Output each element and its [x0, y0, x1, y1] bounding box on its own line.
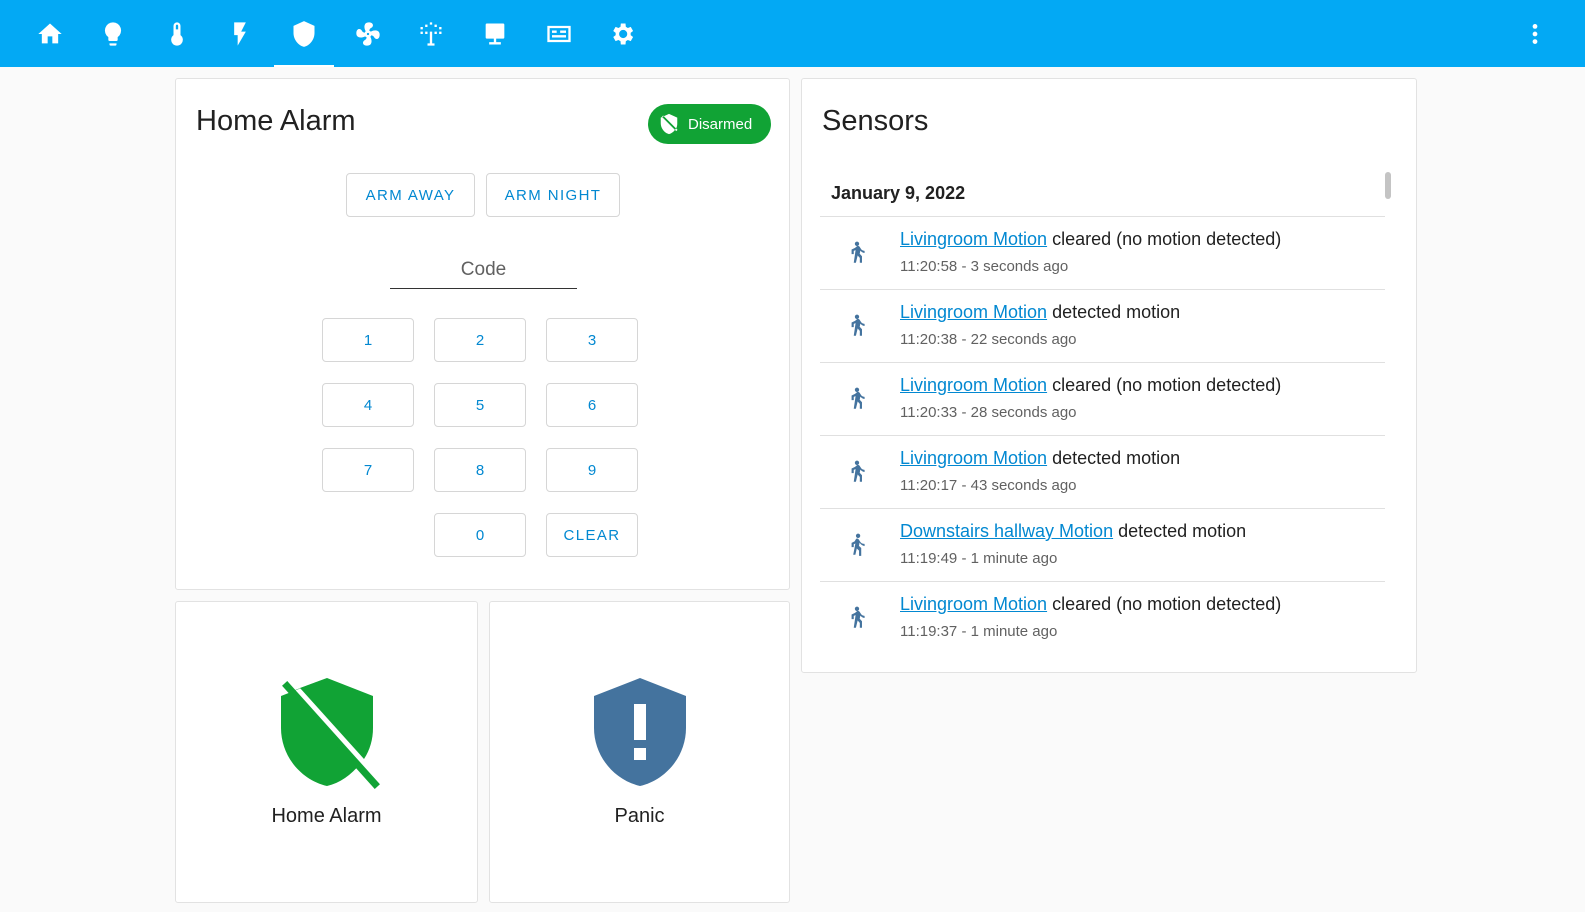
run-icon — [844, 531, 870, 559]
sensors-title: Sensors — [822, 105, 929, 137]
keypad-clear-button[interactable]: CLEAR — [546, 513, 638, 557]
shield-alert-icon — [593, 678, 686, 786]
flash-icon — [234, 21, 246, 46]
log-entity-link[interactable]: Livingroom Motion — [900, 594, 1047, 614]
log-entry: Livingroom Motion detected motion 11:20:… — [820, 290, 1385, 363]
log-message: cleared (no motion detected) — [1052, 375, 1282, 395]
log-timestamp: 11:19:37 - 1 minute ago — [900, 623, 1058, 640]
tab-security[interactable] — [274, 0, 334, 67]
walk-icon — [844, 312, 870, 340]
lightbulb-icon — [104, 21, 122, 46]
keypad-5-button[interactable]: 5 — [434, 383, 526, 427]
log-entity-link[interactable]: Downstairs hallway Motion — [900, 521, 1113, 541]
tab-energy[interactable] — [210, 0, 270, 67]
code-field[interactable] — [390, 251, 577, 289]
tab-climate[interactable] — [147, 0, 207, 67]
sensors-logbook-card: Sensors January 9, 2022 Livingroom Motio… — [801, 78, 1417, 673]
keypad-4-button[interactable]: 4 — [322, 383, 414, 427]
alarm-state-badge[interactable]: Disarmed — [648, 104, 771, 144]
log-entity-link[interactable]: Livingroom Motion — [900, 375, 1047, 395]
walk-icon — [844, 239, 870, 267]
keypad-2-button[interactable]: 2 — [434, 318, 526, 362]
home-alarm-tile[interactable]: Home Alarm — [175, 601, 478, 903]
shield-off-icon — [280, 678, 380, 789]
walk-icon — [844, 458, 870, 486]
log-timestamp: 11:20:38 - 22 seconds ago — [900, 331, 1077, 348]
log-entity-link[interactable]: Livingroom Motion — [900, 302, 1047, 322]
log-entry: Livingroom Motion cleared (no motion det… — [820, 363, 1385, 436]
arm-away-button[interactable]: ARM AWAY — [346, 173, 475, 217]
panic-tile[interactable]: Panic — [489, 601, 790, 903]
tab-lights[interactable] — [83, 0, 143, 67]
tab-sprinklers[interactable] — [401, 0, 461, 67]
log-entry: Downstairs hallway Motion detected motio… — [820, 509, 1385, 582]
server-icon — [547, 25, 571, 42]
overflow-menu-button[interactable] — [1515, 0, 1555, 67]
code-input[interactable] — [390, 251, 577, 288]
tab-server[interactable] — [529, 0, 589, 67]
walk-icon — [844, 604, 870, 632]
alarm-panel-title: Home Alarm — [196, 105, 356, 137]
log-timestamp: 11:20:58 - 3 seconds ago — [900, 258, 1069, 275]
log-timestamp: 11:19:49 - 1 minute ago — [900, 550, 1058, 567]
home-icon — [38, 23, 62, 43]
log-message: detected motion — [1118, 521, 1247, 541]
log-entity-link[interactable]: Livingroom Motion — [900, 448, 1047, 468]
tab-devices[interactable] — [465, 0, 525, 67]
keypad-7-button[interactable]: 7 — [322, 448, 414, 492]
fan-icon — [356, 21, 380, 46]
keypad-0-button[interactable]: 0 — [434, 513, 526, 557]
monitor-icon — [485, 23, 505, 44]
tab-fans[interactable] — [338, 0, 398, 67]
panic-tile-label: Panic — [614, 805, 665, 827]
log-timestamp: 11:20:17 - 43 seconds ago — [900, 477, 1077, 494]
logbook-scrollbar[interactable] — [1385, 172, 1391, 199]
gear-icon — [613, 23, 634, 44]
arm-night-button[interactable]: ARM NIGHT — [486, 173, 620, 217]
walk-icon — [844, 385, 870, 413]
keypad-9-button[interactable]: 9 — [546, 448, 638, 492]
thermometer-icon — [171, 21, 183, 46]
log-entry: Livingroom Motion cleared (no motion det… — [820, 217, 1385, 290]
tab-home[interactable] — [20, 0, 80, 67]
log-entry: Livingroom Motion detected motion 11:20:… — [820, 436, 1385, 509]
shield-icon — [293, 20, 315, 47]
log-entry: Livingroom Motion cleared (no motion det… — [820, 582, 1385, 655]
log-message: cleared (no motion detected) — [1052, 229, 1282, 249]
logbook-list[interactable]: January 9, 2022 Livingroom Motion cleare… — [820, 171, 1385, 656]
log-timestamp: 11:20:33 - 28 seconds ago — [900, 404, 1077, 421]
alarm-state-label: Disarmed — [688, 115, 753, 133]
log-message: cleared (no motion detected) — [1052, 594, 1282, 614]
sprinkler-icon — [420, 21, 442, 46]
home-alarm-tile-label: Home Alarm — [271, 805, 382, 827]
logbook-date-header: January 9, 2022 — [820, 171, 1385, 217]
log-entity-link[interactable]: Livingroom Motion — [900, 229, 1047, 249]
log-message: detected motion — [1052, 448, 1181, 468]
log-message: detected motion — [1052, 302, 1181, 322]
shield-off-icon — [660, 113, 678, 135]
keypad-8-button[interactable]: 8 — [434, 448, 526, 492]
keypad-6-button[interactable]: 6 — [546, 383, 638, 427]
keypad-1-button[interactable]: 1 — [322, 318, 414, 362]
dots-vertical-icon — [1532, 23, 1538, 44]
tab-settings[interactable] — [592, 0, 652, 67]
alarm-panel-card: Home Alarm Disarmed ARM AWAY ARM NIGHT 1… — [175, 78, 790, 590]
top-app-bar — [0, 0, 1585, 67]
keypad-3-button[interactable]: 3 — [546, 318, 638, 362]
